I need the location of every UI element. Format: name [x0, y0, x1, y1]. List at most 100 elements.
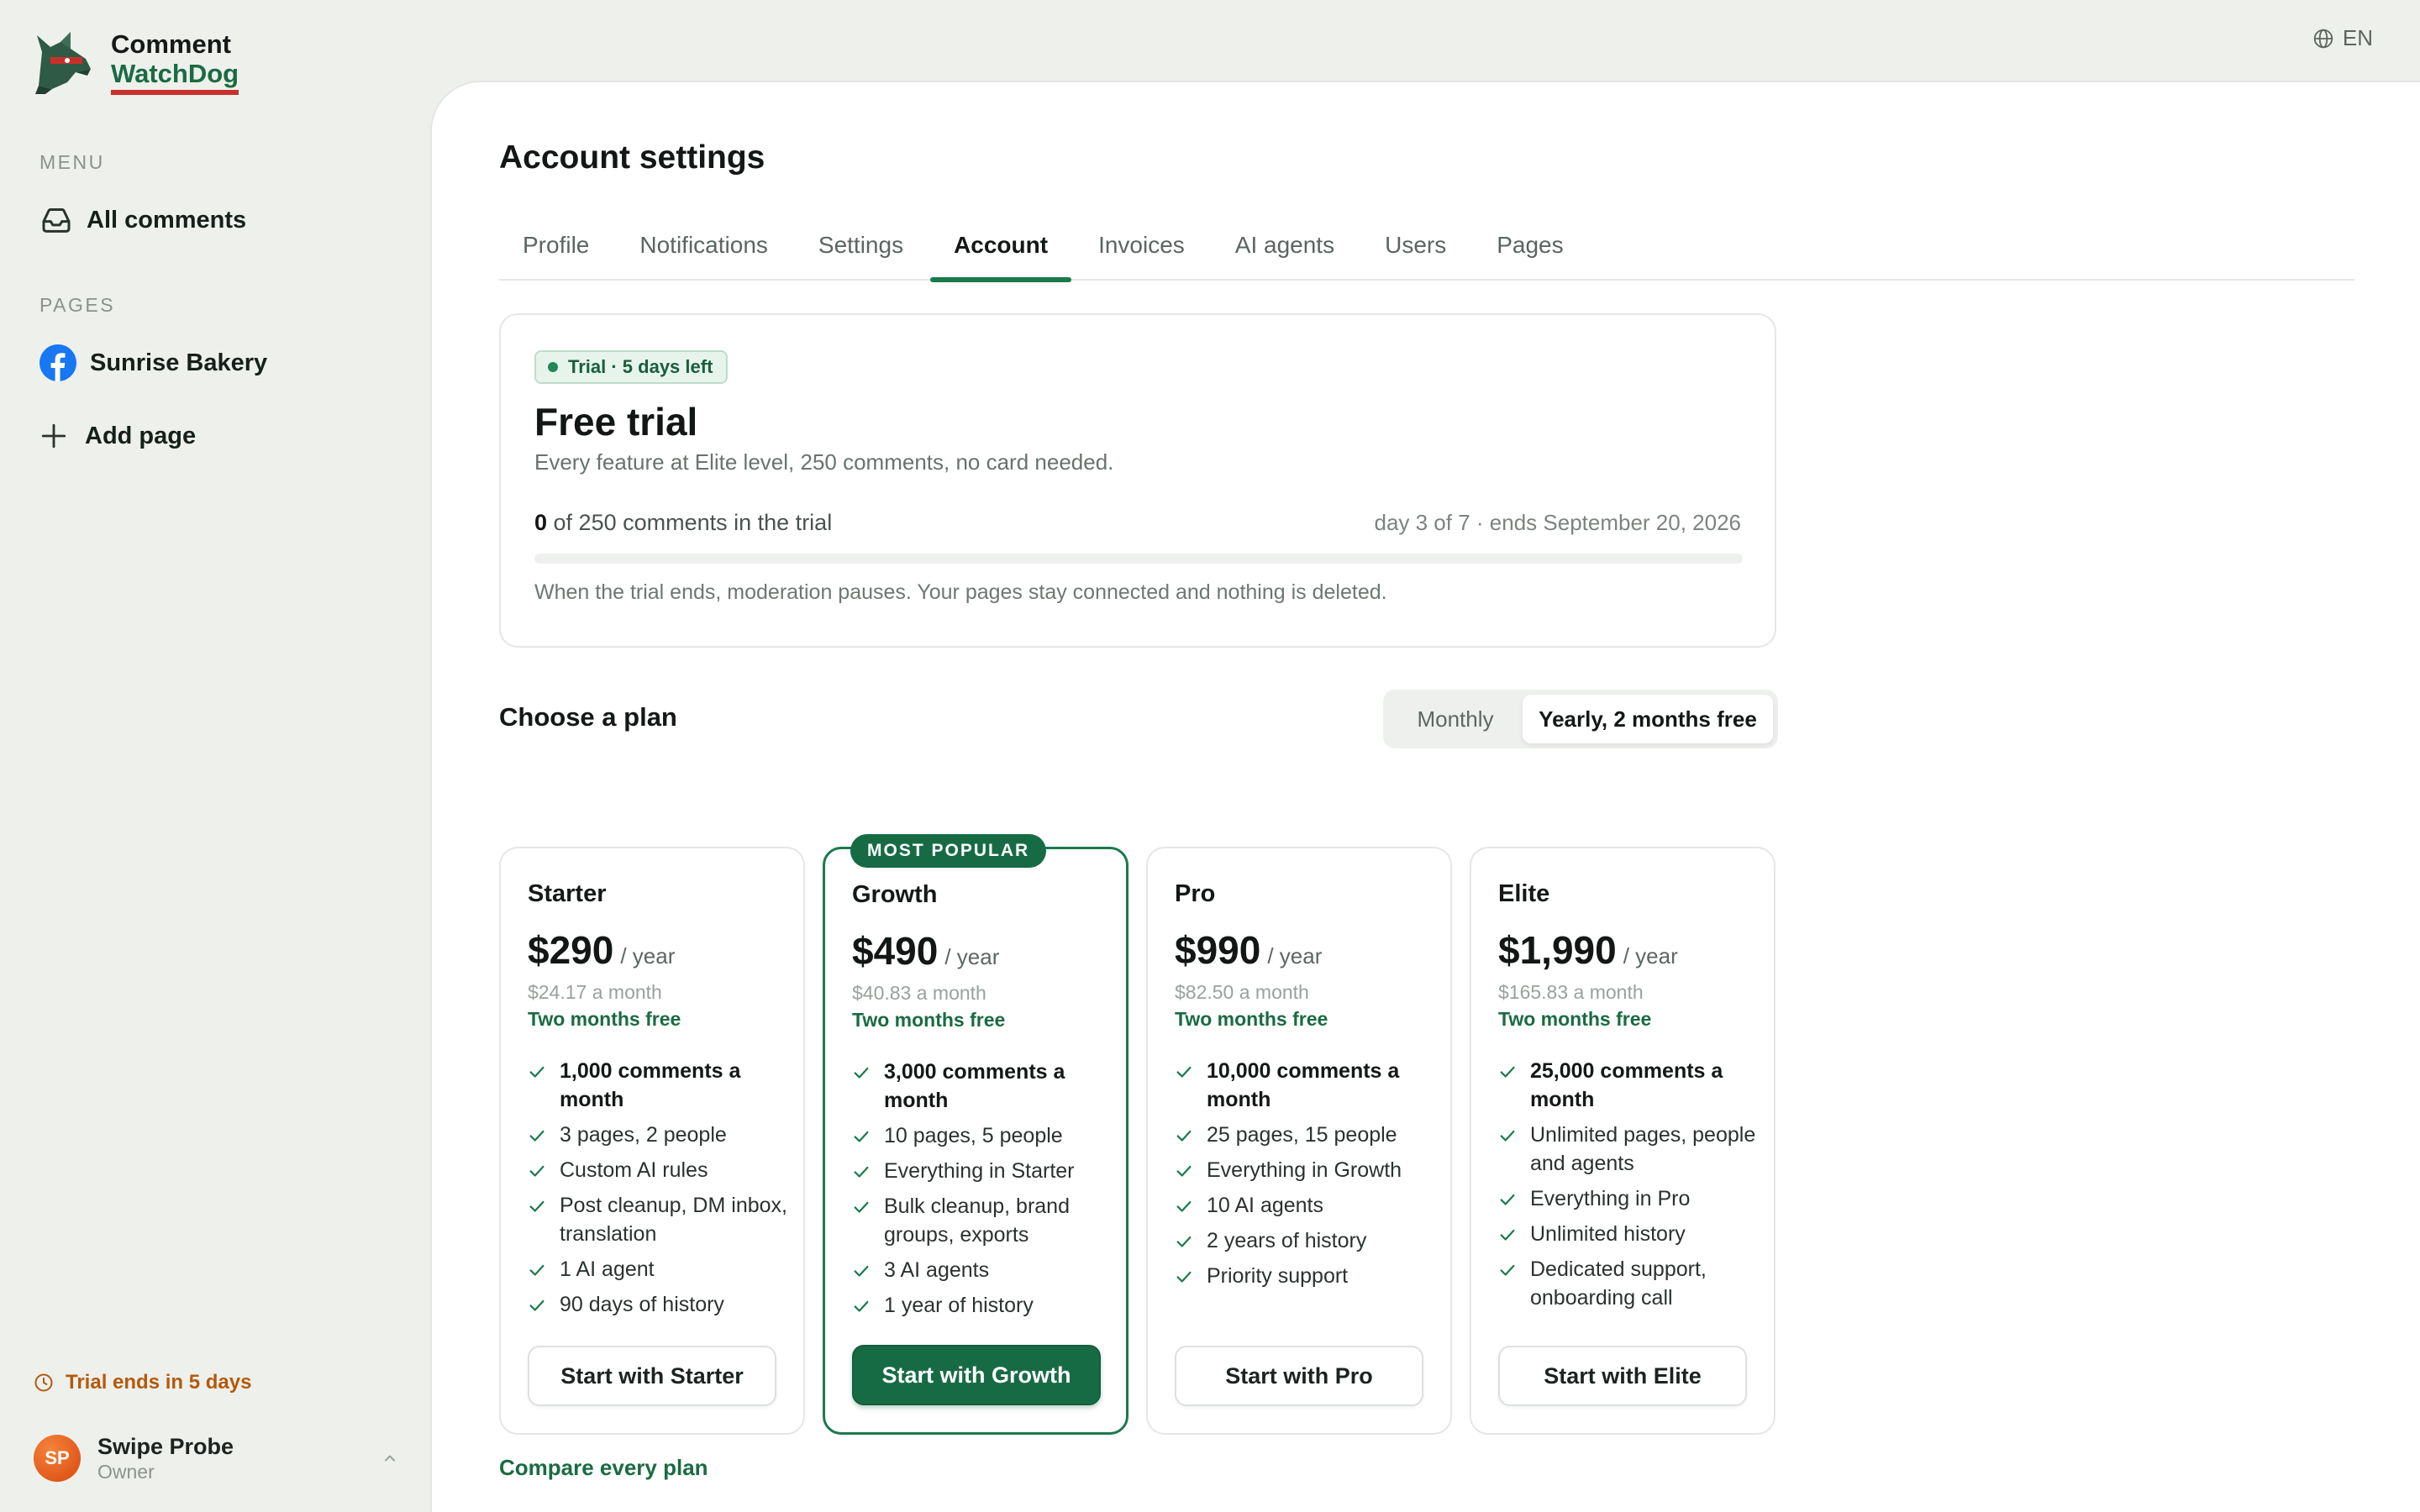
plan-card-elite: Elite $1,990/ year $165.83 a month Two mont…: [1470, 847, 1776, 1435]
facebook-icon: [39, 344, 76, 381]
sidebar-item-label: All comments: [87, 206, 247, 234]
plan-monthly-equivalent: $82.50 a month: [1175, 981, 1309, 1003]
plan-price-period: / year: [1267, 943, 1323, 969]
menu-heading: MENU: [39, 151, 105, 173]
plan-feature-item: 1,000 comments a month: [528, 1057, 797, 1114]
plan-feature-item: 10 AI agents: [1175, 1191, 1444, 1220]
plan-feature-list: 10,000 comments a month 25 pages, 15 peop…: [1175, 1057, 1444, 1297]
start-elite-button[interactable]: Start with Elite: [1498, 1346, 1747, 1406]
sidebar-item-sunrise-bakery[interactable]: Sunrise Bakery: [39, 344, 267, 381]
settings-tabs: Profile Notifications Settings Account I…: [499, 227, 2354, 282]
tab-profile[interactable]: Profile: [499, 227, 613, 281]
start-starter-button[interactable]: Start with Starter: [528, 1346, 776, 1406]
plan-discount-note: Two months free: [852, 1009, 1006, 1031]
plan-feature-text: Everything in Growth: [1207, 1158, 1402, 1182]
trial-badge-text: Trial · 5 days left: [568, 356, 713, 377]
check-icon: [529, 1264, 544, 1276]
plan-feature-text: Everything in Pro: [1530, 1187, 1691, 1210]
plan-price: $1,990/ year: [1498, 927, 1678, 973]
status-dot: [548, 362, 558, 372]
plan-feature-text: 3,000 comments a month: [884, 1060, 1065, 1112]
plan-feature-text: 2 years of history: [1207, 1229, 1367, 1252]
tab-ai-agents[interactable]: AI agents: [1212, 227, 1358, 281]
clock-icon: [34, 1373, 53, 1392]
check-icon: [529, 1200, 544, 1212]
language-label: EN: [2342, 25, 2373, 50]
check-icon: [1176, 1165, 1192, 1177]
avatar: SP: [34, 1435, 81, 1482]
plan-feature-item: Priority support: [1175, 1262, 1444, 1290]
add-page-button[interactable]: Add page: [39, 422, 196, 450]
plan-price: $290/ year: [528, 927, 675, 973]
plan-feature-item: Custom AI rules: [528, 1156, 797, 1184]
plan-feature-text: 25,000 comments a month: [1530, 1059, 1723, 1111]
check-icon: [1176, 1236, 1192, 1247]
plan-feature-item: Everything in Pro: [1498, 1184, 1767, 1213]
plan-card-pro: Pro $990/ year $82.50 a month Two months fr…: [1146, 847, 1452, 1435]
check-icon: [529, 1299, 544, 1311]
main-panel: Account settings Profile Notifications S…: [430, 81, 2420, 1512]
plan-card-starter: Starter $290/ year $24.17 a month Two month…: [499, 847, 805, 1435]
app-logo[interactable]: Comment WatchDog: [27, 27, 239, 97]
plan-feature-text: Bulk cleanup, brand groups, exports: [884, 1194, 1070, 1247]
tab-pages[interactable]: Pages: [1473, 227, 1586, 281]
plan-feature-item: 3,000 comments a month: [852, 1058, 1121, 1115]
check-icon: [1500, 1066, 1515, 1078]
start-growth-button[interactable]: Start with Growth: [852, 1345, 1101, 1405]
plan-feature-item: 1 year of history: [852, 1291, 1121, 1320]
plan-name: Pro: [1175, 880, 1216, 907]
plan-feature-item: 10,000 comments a month: [1175, 1057, 1444, 1114]
plan-price: $990/ year: [1175, 927, 1322, 973]
trial-title: Free trial: [534, 400, 698, 444]
start-pro-button[interactable]: Start with Pro: [1175, 1346, 1423, 1406]
trial-progress-bar: [534, 554, 1743, 564]
inbox-icon: [42, 208, 71, 233]
check-icon: [1176, 1271, 1192, 1283]
tab-users[interactable]: Users: [1361, 227, 1470, 281]
plan-price-period: / year: [620, 943, 676, 969]
plan-feature-item: 25 pages, 15 people: [1175, 1121, 1444, 1149]
logo-name-line1: Comment: [111, 29, 231, 59]
check-icon: [1176, 1066, 1192, 1078]
plan-feature-text: 1 AI agent: [560, 1257, 655, 1281]
tab-notifications[interactable]: Notifications: [616, 227, 792, 281]
tab-account[interactable]: Account: [930, 227, 1072, 282]
user-menu[interactable]: SP Swipe Probe Owner: [34, 1431, 400, 1485]
choose-plan-heading: Choose a plan: [499, 702, 677, 732]
plan-feature-item: Everything in Growth: [1175, 1156, 1444, 1184]
page-title: Account settings: [499, 139, 765, 176]
plan-feature-item: Unlimited pages, people and agents: [1498, 1121, 1767, 1178]
billing-monthly-option[interactable]: Monthly: [1388, 695, 1523, 743]
plan-price-period: / year: [1623, 943, 1678, 969]
plan-feature-list: 25,000 comments a month Unlimited pages, …: [1498, 1057, 1767, 1319]
plan-feature-list: 1,000 comments a month 3 pages, 2 people C…: [528, 1057, 797, 1326]
plan-feature-text: 10,000 comments a month: [1207, 1059, 1400, 1111]
check-icon: [1500, 1264, 1515, 1276]
sidebar-item-all-comments[interactable]: All comments: [39, 203, 246, 237]
watchdog-logo-icon: [35, 32, 91, 94]
check-icon: [1500, 1130, 1515, 1142]
check-icon: [854, 1131, 869, 1142]
plan-feature-list: 3,000 comments a month 10 pages, 5 people…: [852, 1058, 1121, 1326]
check-icon: [854, 1201, 869, 1213]
user-role: Owner: [97, 1461, 155, 1483]
billing-yearly-option[interactable]: Yearly, 2 months free: [1523, 695, 1773, 743]
plan-feature-item: Unlimited history: [1498, 1220, 1767, 1248]
compare-plans-link[interactable]: Compare every plan: [499, 1455, 708, 1481]
plan-feature-item: 2 years of history: [1175, 1226, 1444, 1255]
plan-discount-note: Two months free: [1175, 1008, 1328, 1030]
plan-name: Growth: [852, 881, 938, 908]
plan-monthly-equivalent: $165.83 a month: [1498, 981, 1644, 1003]
plan-feature-text: 25 pages, 15 people: [1207, 1123, 1397, 1147]
tab-settings[interactable]: Settings: [795, 227, 927, 281]
tab-invoices[interactable]: Invoices: [1075, 227, 1208, 281]
plan-feature-item: Dedicated support, onboarding call: [1498, 1255, 1767, 1312]
plan-feature-text: 1,000 comments a month: [560, 1059, 741, 1111]
sidebar-trial-notice[interactable]: Trial ends in 5 days: [34, 1371, 251, 1394]
language-selector[interactable]: EN: [2312, 25, 2373, 51]
trial-card: Trial · 5 days left Free trial Every fea…: [499, 313, 1776, 648]
plan-feature-text: Everything in Starter: [884, 1159, 1075, 1183]
check-icon: [1500, 1194, 1515, 1205]
trial-status-badge: Trial · 5 days left: [534, 350, 729, 384]
plan-price-amount: $990: [1175, 928, 1261, 972]
